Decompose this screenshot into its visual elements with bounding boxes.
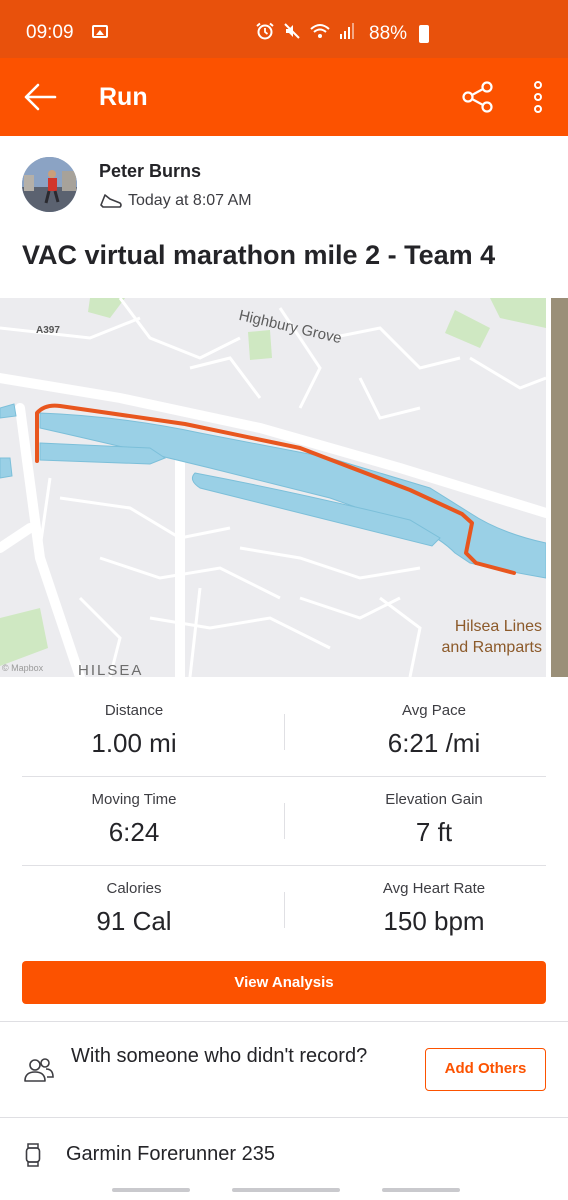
- nav-hint: [112, 1188, 190, 1192]
- watch-icon: [25, 1143, 41, 1167]
- view-analysis-button[interactable]: View Analysis: [22, 961, 546, 1004]
- map-label-hilsea-lines-2: and Ramparts: [441, 639, 543, 656]
- map-label-a397: A397: [36, 325, 60, 336]
- stat-label-elevation-gain: Elevation Gain: [385, 791, 483, 808]
- run-shoe-icon: [99, 192, 123, 210]
- section-divider: [0, 1117, 568, 1118]
- avatar[interactable]: [22, 157, 77, 212]
- stat-value-avg-heart-rate: 150 bpm: [383, 906, 485, 936]
- stat-value-moving-time: 6:24: [108, 817, 160, 847]
- stat-value-distance: 1.00 mi: [91, 728, 177, 758]
- share-icon[interactable]: [460, 80, 496, 114]
- stat-divider: [284, 892, 285, 928]
- stat-label-calories: Calories: [106, 880, 162, 897]
- stat-row-divider: [22, 776, 546, 777]
- gallery-icon: [92, 25, 108, 38]
- battery-level: 88%: [369, 22, 408, 44]
- status-time: 09:09: [26, 22, 74, 43]
- stat-value-elevation-gain: 7 ft: [415, 817, 453, 847]
- nav-hint: [382, 1188, 460, 1192]
- device-name: Garmin Forerunner 235: [66, 1143, 275, 1165]
- alarm-icon: [255, 22, 275, 45]
- stat-label-distance: Distance: [104, 702, 164, 719]
- signal-icon: [339, 22, 355, 45]
- back-arrow-icon[interactable]: [22, 80, 58, 114]
- battery-icon: [419, 24, 430, 43]
- wifi-icon: [309, 22, 331, 45]
- people-icon: [22, 1056, 56, 1086]
- map-label-hilsea-lines: Hilsea Lines and Ramparts: [434, 616, 543, 658]
- stat-divider: [284, 803, 285, 839]
- stat-value-calories: 91 Cal: [96, 906, 172, 936]
- athlete-name[interactable]: Peter Burns: [99, 161, 201, 182]
- with-someone-text: With someone who didn't record?: [71, 1045, 368, 1067]
- status-bar: 09:09 88%: [0, 0, 568, 58]
- status-icons: 88%: [255, 22, 430, 45]
- stat-label-avg-pace: Avg Pace: [402, 702, 466, 719]
- map-label-hilsea-lines-1: Hilsea Lines: [454, 618, 542, 635]
- activity-title: VAC virtual marathon mile 2 - Team 4: [22, 240, 496, 270]
- section-divider: [0, 1021, 568, 1022]
- route-map[interactable]: A397 Highbury Grove Hilsea Lines and Ram…: [0, 298, 546, 677]
- map-label-hilsea: HILSEA: [78, 662, 144, 677]
- add-others-button[interactable]: Add Others: [425, 1048, 546, 1091]
- activity-timestamp: Today at 8:07 AM: [128, 192, 252, 209]
- stat-label-avg-heart-rate: Avg Heart Rate: [382, 880, 486, 897]
- stat-value-avg-pace: 6:21 /mi: [387, 728, 481, 758]
- page-title: Run: [99, 83, 148, 111]
- app-bar: Run: [0, 58, 568, 136]
- photo-preview[interactable]: [551, 298, 568, 677]
- nav-hint: [232, 1188, 340, 1192]
- stat-divider: [284, 714, 285, 750]
- stat-row-divider: [22, 865, 546, 866]
- more-options-icon[interactable]: [528, 80, 548, 114]
- stat-label-moving-time: Moving Time: [91, 791, 177, 808]
- mute-icon: [283, 22, 301, 45]
- map-attribution: © Mapbox: [2, 663, 44, 673]
